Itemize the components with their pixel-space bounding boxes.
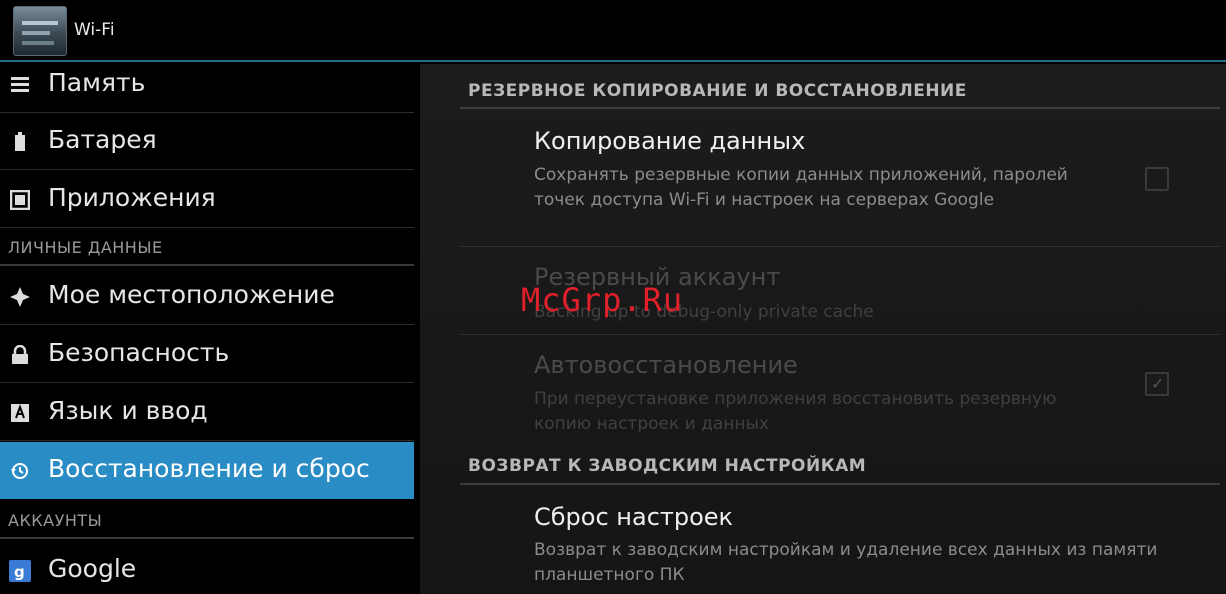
battery-icon	[9, 131, 31, 153]
svg-text:g: g	[14, 563, 25, 581]
action-bar-title: Wi-Fi	[74, 20, 115, 40]
sidebar-header-accounts: АККАУНТЫ	[0, 503, 414, 539]
section-header-backup: РЕЗЕРВНОЕ КОПИРОВАНИЕ И ВОССТАНОВЛЕНИЕ	[468, 81, 967, 101]
sidebar-item-label: Мое местоположение	[48, 280, 335, 309]
sidebar-header-label: ЛИЧНЫЕ ДАННЫЕ	[8, 238, 163, 257]
storage-icon	[9, 74, 31, 96]
sidebar-item-label: Google	[48, 554, 137, 583]
pref-divider	[460, 246, 1220, 247]
lock-icon	[9, 344, 31, 366]
sidebar-item-label: Память	[48, 68, 146, 97]
pref-title: Копирование данных	[534, 127, 806, 155]
watermark: McGrp.Ru	[521, 281, 684, 319]
sidebar-item-storage[interactable]: Память	[0, 56, 414, 113]
apps-icon	[9, 189, 31, 211]
sidebar-item-label: Батарея	[48, 125, 157, 154]
action-bar: Wi-Fi	[0, 0, 1226, 62]
sidebar-item-label: Язык и ввод	[48, 396, 208, 425]
sidebar-item-label: Восстановление и сброс	[48, 454, 370, 483]
pref-summary: При переустановке приложения восстановит…	[534, 389, 1057, 434]
backup-data-checkbox[interactable]	[1145, 167, 1169, 191]
wifi-settings-icon[interactable]	[13, 6, 67, 56]
section-divider	[460, 483, 1220, 485]
google-icon: g	[9, 560, 31, 582]
restore-icon	[9, 460, 31, 482]
pref-summary: Возврат к заводским настройкам и удалени…	[534, 540, 1158, 585]
sidebar-item-backup-reset[interactable]: Восстановление и сброс	[0, 442, 414, 499]
location-icon	[9, 286, 31, 308]
sidebar-item-apps[interactable]: Приложения	[0, 171, 414, 228]
sidebar-item-label: Приложения	[48, 183, 216, 212]
keyboard-icon	[9, 402, 31, 424]
sidebar-item-label: Безопасность	[48, 338, 230, 367]
auto-restore-checkbox[interactable]: ✓	[1145, 372, 1169, 396]
section-header-factory: ВОЗВРАТ К ЗАВОДСКИМ НАСТРОЙКАМ	[468, 456, 867, 476]
sidebar-item-battery[interactable]: Батарея	[0, 113, 414, 170]
pref-summary: Сохранять резервные копии данных приложе…	[534, 165, 1068, 210]
sidebar-item-location[interactable]: Мое местоположение	[0, 268, 414, 325]
sidebar-item-language[interactable]: Язык и ввод	[0, 384, 414, 441]
pref-title: Сброс настроек	[534, 503, 734, 531]
sidebar-item-security[interactable]: Безопасность	[0, 326, 414, 383]
checkmark-icon: ✓	[1151, 374, 1165, 393]
pref-title: Автовосстановление	[534, 351, 798, 379]
settings-sidebar: Память Батарея Приложения ЛИЧНЫЕ ДАННЫЕ …	[0, 64, 414, 594]
sidebar-header-label: АККАУНТЫ	[8, 511, 103, 530]
pref-divider	[460, 334, 1220, 335]
settings-detail-pane: РЕЗЕРВНОЕ КОПИРОВАНИЕ И ВОССТАНОВЛЕНИЕ К…	[420, 64, 1226, 594]
sidebar-header-personal: ЛИЧНЫЕ ДАННЫЕ	[0, 230, 414, 266]
sidebar-item-google[interactable]: g Google	[0, 542, 414, 594]
section-divider	[460, 107, 1220, 109]
